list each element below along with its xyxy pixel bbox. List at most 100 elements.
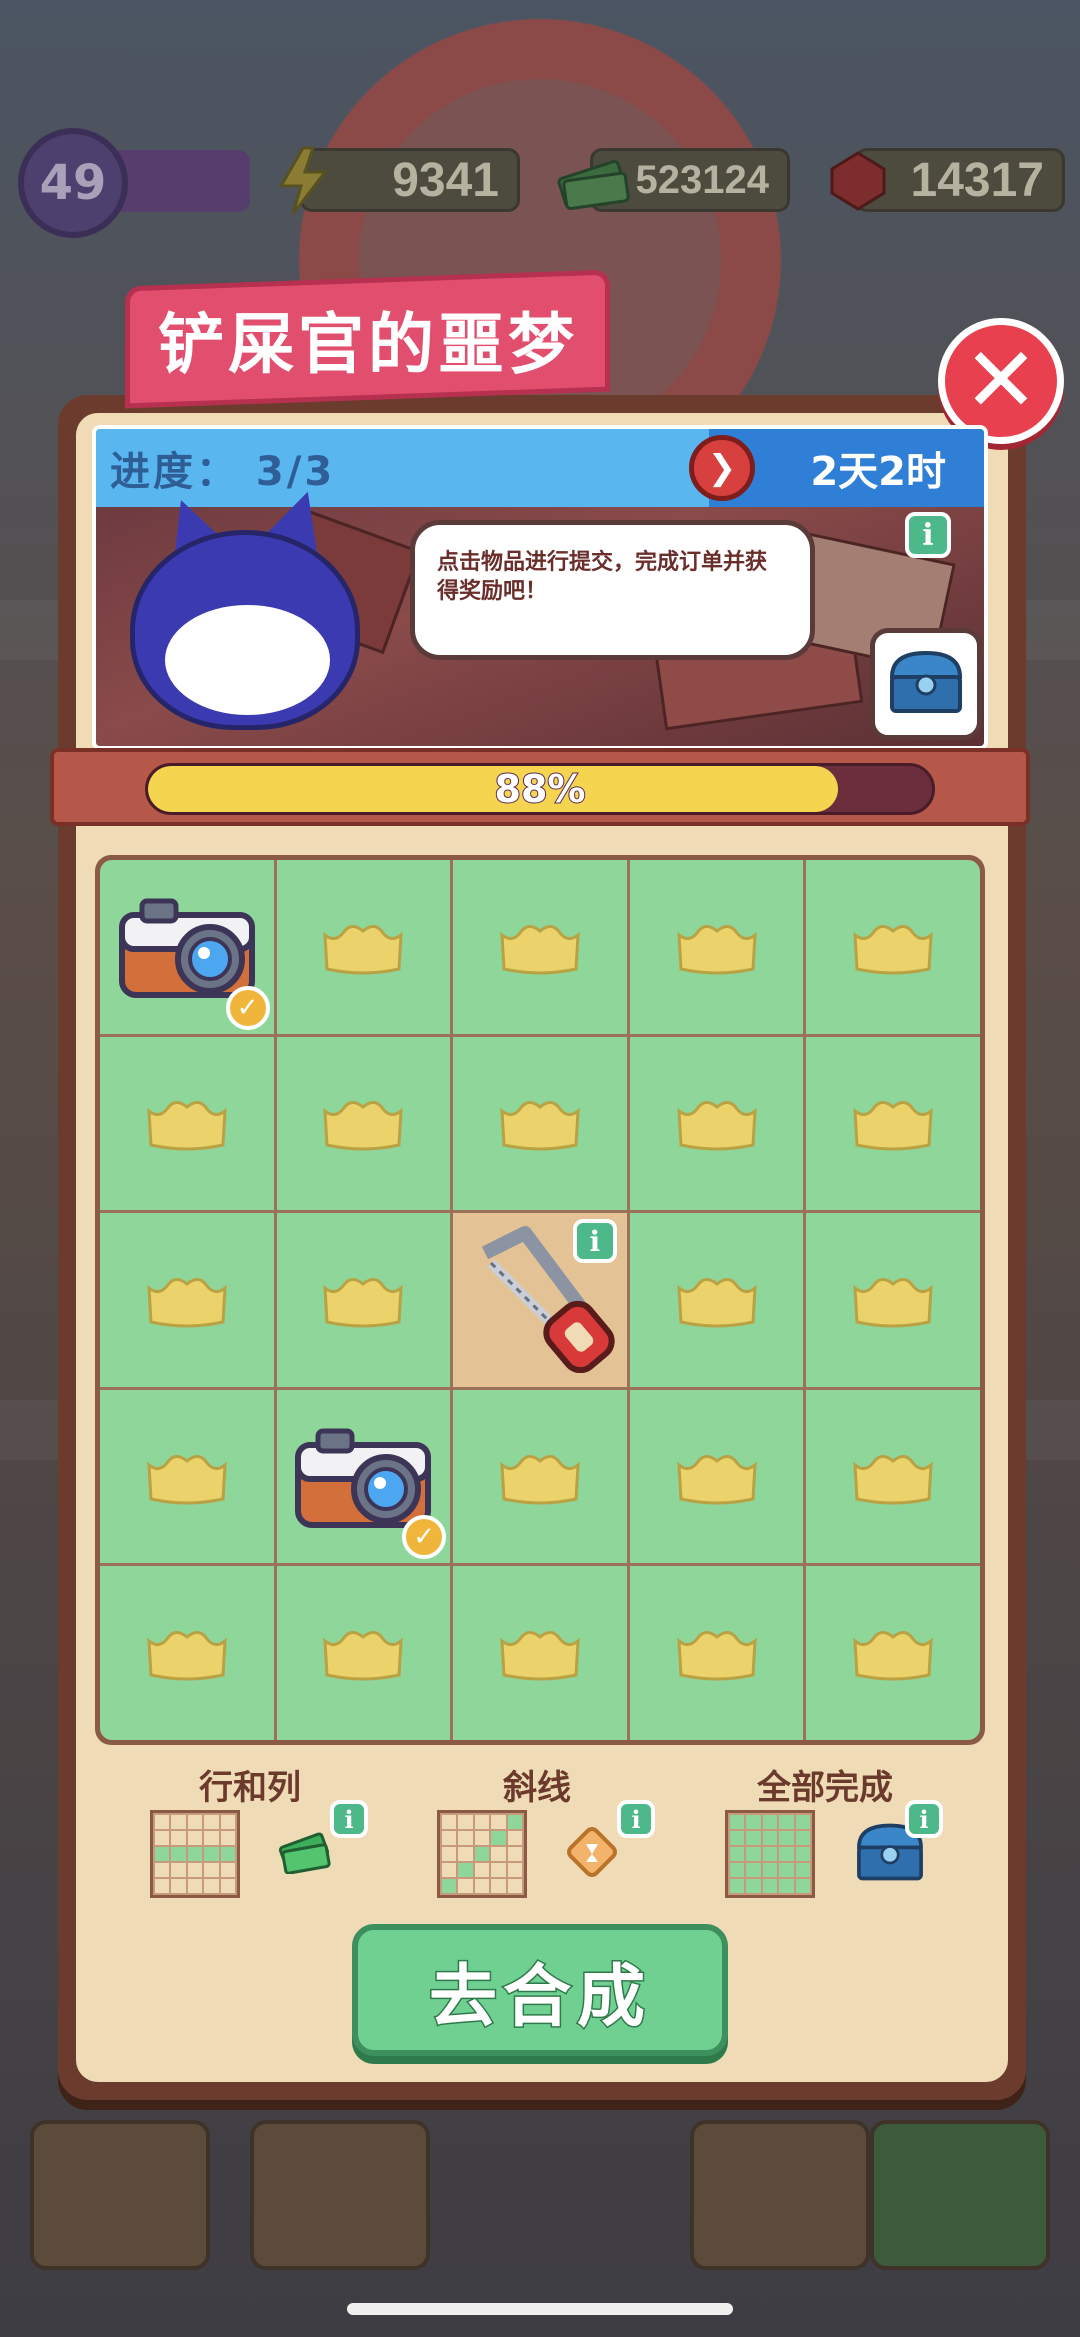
board-cell[interactable] [100,1566,274,1740]
pattern-cell [507,1863,522,1877]
board-cell[interactable] [276,1566,451,1740]
board-cell[interactable] [100,1036,274,1211]
pattern-cell [220,1879,235,1893]
ruby-icon [818,141,898,221]
crown-placeholder-icon [500,924,580,975]
home-indicator[interactable] [347,2303,733,2315]
level-badge[interactable]: 49 [18,128,128,238]
pattern-cell [220,1815,235,1829]
pattern-cell [458,1863,473,1877]
speech-bubble: 点击物品进行提交，完成订单并获得奖励吧！ [410,520,815,660]
crown-placeholder-icon [323,1101,404,1151]
pattern-cell [491,1815,506,1829]
reward-chest-preview[interactable] [870,628,982,740]
board-cell[interactable] [629,1213,804,1387]
crown-placeholder-icon [500,1631,580,1681]
back-button[interactable] [30,2120,210,2270]
pattern-cell [187,1863,203,1877]
reward-info-button[interactable]: i [330,1800,368,1838]
pattern-cell [746,1879,761,1893]
board-cell[interactable] [453,860,627,1034]
energy-value: 9341 [392,153,499,207]
pattern-cell [220,1831,235,1845]
pattern-cell [795,1879,810,1893]
close-icon: ✕ [963,328,1039,433]
board-cell[interactable] [100,1213,274,1387]
pattern-cell [491,1847,506,1861]
cash-value: 523124 [635,157,769,202]
pattern-cell [779,1879,794,1893]
pattern-cell [795,1847,810,1861]
pattern-cell [507,1847,522,1861]
progress-percent: 88% [494,766,587,812]
board-cell[interactable] [100,1389,274,1564]
cash-counter[interactable]: 523124 [557,148,790,212]
board-cell[interactable] [453,1389,627,1564]
board-cell[interactable] [629,1036,804,1211]
board-cell[interactable] [629,860,804,1034]
board-cell[interactable] [629,1566,804,1740]
pattern-cell [474,1831,490,1845]
shop-button[interactable] [690,2120,870,2270]
crown-placeholder-icon [147,1101,227,1151]
go-merge-button[interactable]: 去合成 [352,1924,728,2056]
board-cell[interactable] [806,1036,980,1211]
reward-info-button[interactable]: i [905,1800,943,1838]
bottom-nav [0,2120,1080,2270]
pattern-cell [204,1847,219,1861]
board-cell[interactable]: ✓ [276,1389,451,1564]
board-cell[interactable] [806,1566,980,1740]
board-cell[interactable] [806,860,980,1034]
reward-info-button[interactable]: i [617,1800,655,1838]
energy-counter[interactable]: 9341 [278,146,520,215]
level-value: 49 [39,155,107,211]
star-button[interactable] [870,2120,1050,2270]
board-cell[interactable] [806,1213,980,1387]
pattern-cell [204,1879,219,1893]
board-grid: ✓ i ✓ [100,860,980,1740]
pattern-cell [442,1863,457,1877]
pattern-cell [762,1879,778,1893]
crown-placeholder-icon [676,924,757,975]
pattern-cell [171,1847,186,1861]
board-cell[interactable]: ✓ [100,860,274,1034]
pattern-cell [204,1863,219,1877]
crown-placeholder-icon [853,1631,933,1681]
diagonal-pattern [437,1810,527,1898]
board-cell[interactable] [276,860,451,1034]
pattern-cell [779,1815,794,1829]
backpack-button[interactable] [250,2120,430,2270]
gem-counter[interactable]: 14317 [830,148,1065,212]
pattern-cell [474,1863,490,1877]
board-cell[interactable] [276,1213,451,1387]
board-cell[interactable] [806,1389,980,1564]
board-cell[interactable] [276,1036,451,1211]
crown-placeholder-icon [500,1101,580,1151]
crown-placeholder-icon [676,1454,757,1505]
pattern-cell [187,1815,203,1829]
crown-placeholder-icon [676,1101,757,1151]
pattern-cell [507,1831,522,1845]
banner-info-button[interactable]: i [905,512,951,558]
pattern-cell [474,1815,490,1829]
go-merge-label: 去合成 [427,1956,651,2038]
crown-placeholder-icon [147,1631,227,1681]
pattern-cell [507,1879,522,1893]
pattern-cell [171,1879,186,1893]
pattern-cell [155,1815,170,1829]
reward-label: 行和列 [199,1768,301,1808]
pattern-cell [730,1815,745,1829]
pattern-cell [746,1831,761,1845]
board-cell[interactable] [453,1036,627,1211]
board-cell[interactable] [453,1566,627,1740]
modal-title: 铲屎官的噩梦 [157,306,578,383]
pattern-cell [795,1863,810,1877]
reward-label: 全部完成 [757,1768,893,1808]
board-cell[interactable]: i [453,1213,627,1387]
board-cell[interactable] [629,1389,804,1564]
pattern-cell [779,1847,794,1861]
pattern-cell [746,1815,761,1829]
pattern-cell [155,1879,170,1893]
pattern-cell [762,1847,778,1861]
item-info-button[interactable]: i [572,1219,617,1264]
